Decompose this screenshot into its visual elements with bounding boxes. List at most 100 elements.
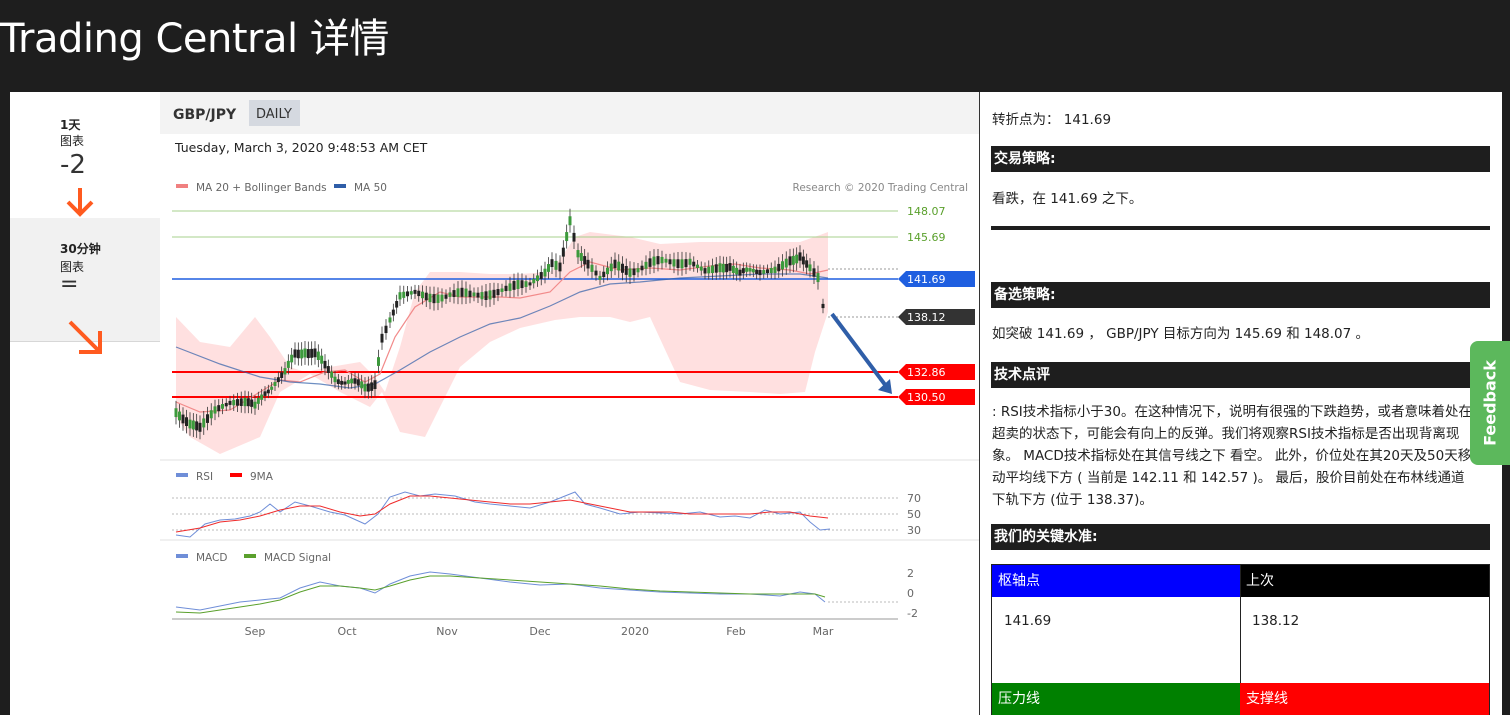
candle-body — [748, 268, 752, 272]
candle-body — [316, 351, 320, 361]
candle-body — [343, 381, 347, 385]
candle-body — [576, 250, 580, 258]
comment-heading: 技术点评 — [991, 362, 1490, 388]
candle-body — [781, 261, 784, 270]
candle-body — [228, 400, 232, 405]
candle-body — [424, 292, 428, 301]
candle-body — [500, 288, 504, 292]
candle-body — [468, 290, 472, 298]
timeframe-name: 30分钟 — [60, 242, 101, 256]
x-tick-label: Dec — [529, 625, 550, 638]
detail-panel: 1天 图表 -2 30分钟 图表 = GBP/JPY DAILY Tuesday — [10, 92, 1502, 715]
support-header: 支撑线 — [1240, 683, 1489, 715]
candle-body — [579, 253, 583, 261]
candle-body — [805, 260, 809, 268]
candle-body — [524, 281, 528, 287]
candle-body — [283, 368, 287, 375]
page-header: Trading Central 详情 — [0, 0, 1510, 92]
candle-body — [773, 266, 777, 273]
candle-body — [330, 371, 334, 378]
candle-body — [648, 258, 652, 267]
candle-body — [488, 290, 492, 300]
candle-body — [624, 266, 628, 275]
x-tick-label: Feb — [726, 625, 745, 638]
candle-body — [206, 414, 209, 423]
candle-body — [326, 366, 330, 373]
candle-body — [554, 260, 558, 270]
candle-body — [377, 357, 380, 366]
candle-body — [636, 268, 640, 273]
x-tick-label: 2020 — [621, 625, 649, 638]
alternative-text: 如突破 141.69 ， GBP/JPY 目标方向为 145.69 和 148.… — [992, 326, 1370, 342]
candle-body — [363, 383, 367, 392]
candle-body — [398, 292, 402, 300]
candle-body — [286, 360, 290, 368]
candle-body — [758, 270, 762, 276]
timeframe-1d[interactable]: 1天 图表 -2 — [10, 92, 160, 218]
candle-body — [613, 259, 617, 269]
candle-body — [224, 402, 228, 407]
timeframe-30m[interactable]: 30分钟 图表 = — [10, 218, 160, 354]
candle-body — [188, 419, 192, 429]
candle-body — [217, 405, 221, 412]
candle-body — [609, 263, 613, 272]
key-levels-heading: 我们的关键水准: — [991, 524, 1490, 550]
candle-body — [253, 401, 257, 409]
timeframe-name: 1天 — [60, 118, 81, 132]
candle-body — [373, 380, 377, 390]
candle-body — [236, 399, 239, 406]
legend-swatch-macd-signal — [244, 554, 256, 558]
strategy-heading: 交易策略: — [991, 146, 1490, 172]
candle-body — [547, 264, 550, 272]
support-tag-2-label: 130.50 — [907, 391, 946, 404]
candle-body — [594, 270, 598, 276]
candle-body — [250, 399, 254, 407]
last-value: 138.12 — [1252, 613, 1300, 629]
price-chart[interactable]: GBP/JPY DAILY Tuesday, March 3, 2020 9:4… — [160, 92, 980, 652]
legend-9ma: 9MA — [250, 471, 274, 483]
pivot-header: 枢轴点 — [992, 565, 1240, 597]
candle-body — [350, 378, 354, 384]
candle-body — [532, 278, 536, 284]
candle-body — [652, 256, 656, 266]
candle-body — [353, 378, 357, 384]
timeframe-score: -2 — [60, 150, 86, 180]
candle-body — [409, 291, 413, 295]
candle-body — [583, 256, 587, 265]
candle-body — [660, 256, 664, 264]
chart-timestamp: Tuesday, March 3, 2020 9:48:53 AM CET — [174, 140, 428, 155]
analysis-sidebar: 转折点为： 141.69 交易策略: 看跌，在 141.69 之下。 备选策略:… — [979, 92, 1502, 715]
candle-body — [565, 232, 569, 242]
candle-body — [448, 292, 452, 297]
candle-body — [751, 268, 755, 273]
candle-body — [306, 349, 310, 359]
candle-body — [246, 398, 250, 407]
candle-body — [745, 267, 749, 272]
candle-body — [680, 259, 684, 269]
candle-body — [821, 303, 825, 309]
macd-tick-2: 2 — [907, 567, 914, 580]
candle-body — [606, 267, 609, 275]
key-levels-table: 枢轴点 上次 141.69 138.12 压力线 支撑线 — [991, 564, 1490, 715]
candle-body — [621, 263, 624, 273]
candle-body — [504, 285, 508, 292]
candle-body — [795, 254, 799, 264]
candle-body — [388, 317, 392, 323]
feedback-tab[interactable]: Feedback — [1470, 341, 1510, 465]
candle-body — [323, 360, 327, 369]
candle-body — [762, 270, 766, 274]
legend-rsi: RSI — [196, 471, 213, 483]
candle-body — [310, 348, 314, 358]
candle-body — [656, 256, 660, 265]
candle-body — [496, 289, 500, 296]
candle-body — [617, 261, 621, 271]
candle-body — [260, 394, 264, 400]
candle-body — [333, 376, 337, 383]
candle-body — [185, 417, 188, 427]
feedback-label: Feedback — [1480, 360, 1500, 446]
timeframe-sub: 图表 — [60, 134, 85, 148]
candle-body — [536, 275, 539, 282]
candle-body — [711, 265, 714, 274]
candle-body — [174, 408, 178, 418]
candle-body — [791, 255, 795, 265]
